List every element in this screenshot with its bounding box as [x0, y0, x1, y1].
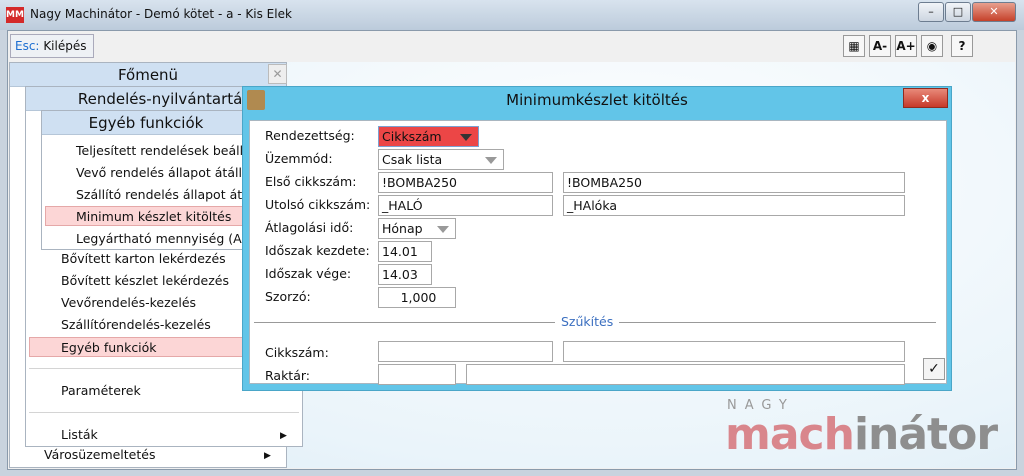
- font-decrease-icon[interactable]: A-: [869, 35, 891, 57]
- filter-heading: Szűkítés: [555, 314, 620, 329]
- esc-key-label: Esc:: [15, 39, 40, 53]
- stock-filter-input[interactable]: [378, 364, 456, 385]
- period-end-label: Időszak vége:: [265, 266, 352, 281]
- menu-item[interactable]: Legyártható mennyiség (Alkatrész): [76, 229, 250, 249]
- menu-item[interactable]: Szállítórendelés-kezelés: [61, 315, 211, 335]
- dialog-body: Rendezettség: Cikkszám Üzemmód: Csak lis…: [249, 120, 947, 385]
- last-item-input[interactable]: _HALÓ: [378, 195, 553, 216]
- ok-checkmark-button[interactable]: ✓: [923, 358, 945, 380]
- app-logo-icon: MM: [6, 7, 24, 23]
- dialog-title: Minimumkészlet kitöltés: [506, 91, 688, 109]
- stock-filter-label: Raktár:: [265, 368, 311, 383]
- main-menu-title: Főmenü: [10, 63, 286, 87]
- other-functions-panel: Egyéb funkciók Teljesített rendelések be…: [41, 110, 251, 250]
- submenu-arrow-icon: ▶: [264, 451, 271, 461]
- last-item-name-input[interactable]: _HAlóka: [563, 195, 905, 216]
- menu-item[interactable]: Teljesített rendelések beállítása: [76, 141, 250, 161]
- period-end-input[interactable]: 14.03: [378, 264, 432, 285]
- title-bar: MM Nagy Machinátor - Demó kötet - a - Ki…: [0, 0, 1024, 30]
- last-item-label: Utolsó cikkszám:: [265, 197, 371, 212]
- divider: [29, 412, 299, 413]
- item-filter-label: Cikkszám:: [265, 345, 329, 360]
- window-title: Nagy Machinátor - Demó kötet - a - Kis E…: [30, 7, 292, 21]
- menu-item[interactable]: Szállító rendelés állapot átállítása: [76, 185, 250, 205]
- stock-filter-name-input[interactable]: [466, 364, 905, 385]
- other-functions-title: Egyéb funkciók: [42, 111, 250, 135]
- minimize-button[interactable]: –: [918, 2, 944, 22]
- min-stock-dialog: Minimumkészlet kitöltés x Rendezettség: …: [242, 86, 952, 391]
- menu-item-selected[interactable]: Minimum készlet kitöltés: [45, 206, 250, 226]
- item-filter-name-input[interactable]: [563, 341, 905, 362]
- mode-select[interactable]: Csak lista: [378, 149, 504, 170]
- menu-item[interactable]: Vevőrendelés-kezelés: [61, 293, 196, 313]
- multiplier-label: Szorzó:: [265, 289, 311, 304]
- exit-label: Kilépés: [43, 39, 87, 53]
- period-start-input[interactable]: 14.01: [378, 241, 432, 262]
- exit-button[interactable]: Esc: Kilépés: [10, 34, 94, 58]
- menu-item-varosuzemeltetes[interactable]: Városüzemeltetés: [44, 445, 155, 465]
- close-window-button[interactable]: ✕: [972, 2, 1016, 22]
- maximize-button[interactable]: □: [945, 2, 971, 22]
- mode-label: Üzemmód:: [265, 151, 333, 166]
- item-filter-input[interactable]: [378, 341, 553, 362]
- menu-item[interactable]: Listák: [61, 425, 98, 445]
- multiplier-input[interactable]: 1,000: [378, 287, 456, 308]
- period-start-label: Időszak kezdete:: [265, 243, 370, 258]
- menu-item[interactable]: Bővített karton lekérdezés: [61, 249, 226, 269]
- dialog-close-button[interactable]: x: [903, 88, 948, 108]
- first-item-label: Első cikkszám:: [265, 174, 357, 189]
- help-icon[interactable]: ?: [951, 35, 973, 57]
- submenu-arrow-icon: ▶: [280, 431, 287, 441]
- logo-part-b: inátor: [853, 409, 998, 460]
- logo-part-a: mach: [725, 409, 855, 460]
- menu-item[interactable]: Vevő rendelés állapot átállítása: [76, 163, 250, 183]
- menu-item[interactable]: Bővített készlet lekérdezés: [61, 271, 229, 291]
- menu-item[interactable]: Paraméterek: [61, 381, 141, 401]
- lifebuoy-icon[interactable]: ◉: [921, 35, 943, 57]
- order-select[interactable]: Cikkszám: [378, 126, 479, 147]
- close-menu-button[interactable]: ✕: [268, 64, 287, 84]
- font-increase-icon[interactable]: A+: [895, 35, 917, 57]
- avg-period-label: Átlagolási idő:: [265, 220, 354, 235]
- order-label: Rendezettség:: [265, 128, 355, 143]
- avg-period-select[interactable]: Hónap: [378, 218, 456, 239]
- grid-icon[interactable]: ▦: [843, 35, 865, 57]
- first-item-input[interactable]: !BOMBA250: [378, 172, 553, 193]
- brand-logo: NAGY machinátor: [725, 398, 998, 460]
- first-item-name-input[interactable]: !BOMBA250: [563, 172, 905, 193]
